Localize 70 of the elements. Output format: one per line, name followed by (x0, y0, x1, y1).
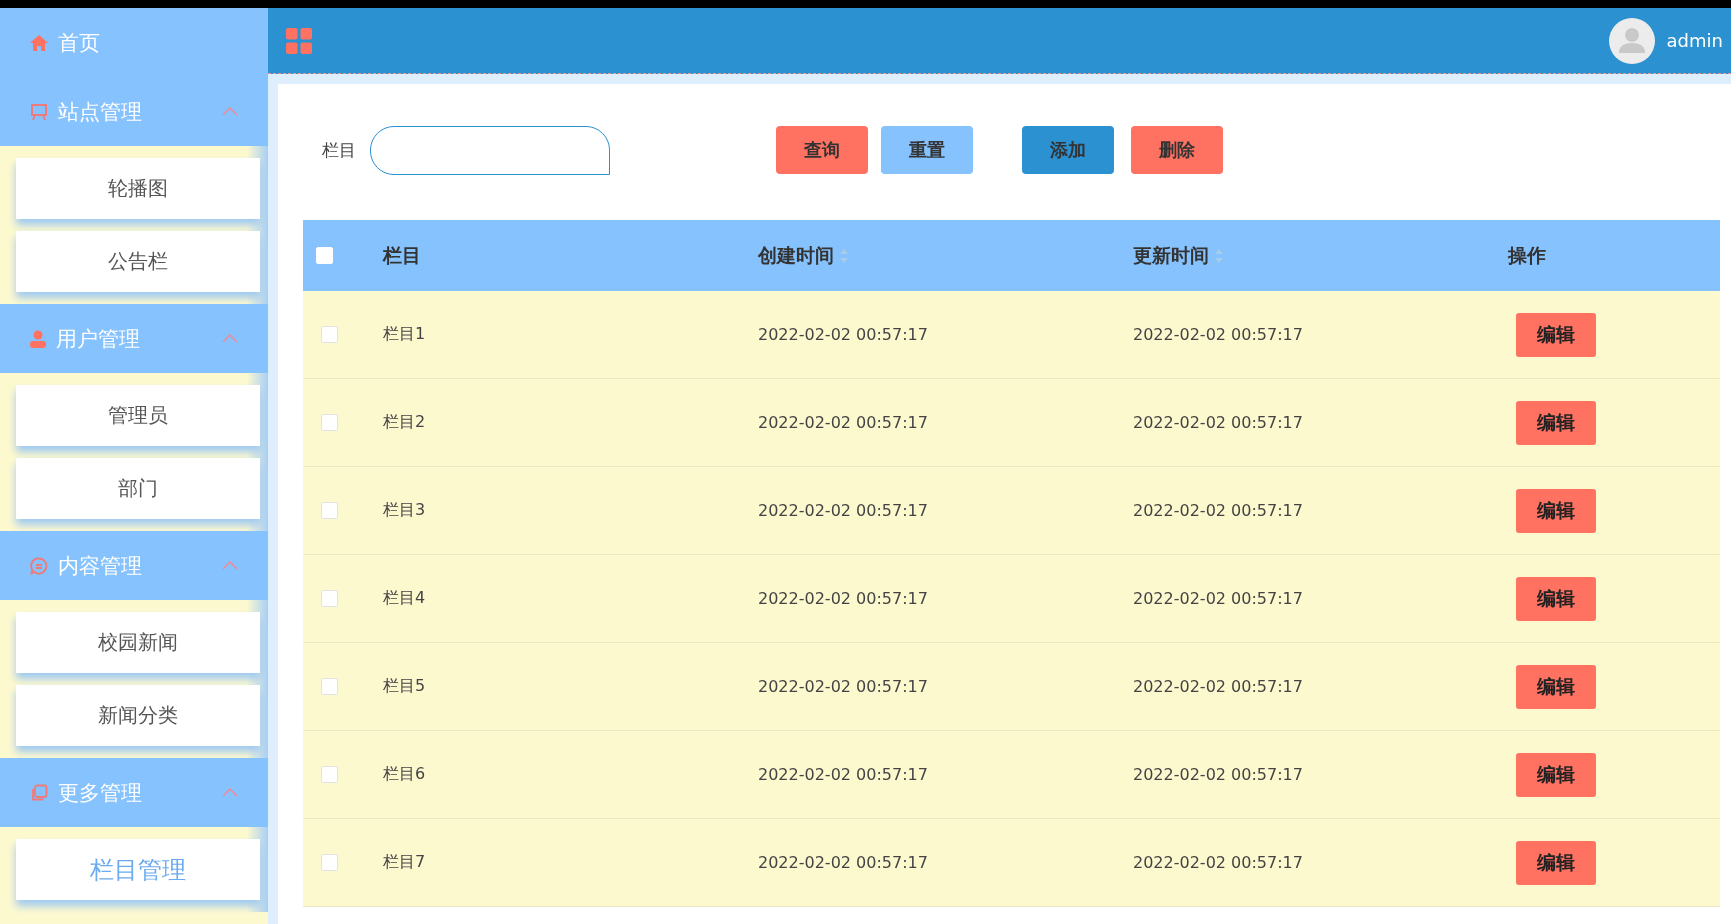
submenu-item[interactable]: 管理员 (16, 385, 260, 446)
table-cell: 2022-02-02 00:57:17 (1133, 853, 1303, 872)
table-cell: 2022-02-02 00:57:17 (1133, 765, 1303, 784)
edit-button[interactable]: 编辑 (1516, 664, 1596, 709)
grid-icon[interactable] (286, 27, 312, 54)
table-cell: 栏目3 (383, 500, 426, 519)
table-cell: 2022-02-02 00:57:17 (1133, 589, 1303, 608)
home-icon (30, 34, 48, 51)
checkbox[interactable] (321, 502, 338, 519)
chevron-icon[interactable] (222, 561, 238, 570)
checkbox[interactable] (321, 590, 338, 607)
sidebar-label: 站点管理 (58, 98, 143, 126)
delete-button[interactable]: 删除 (1131, 126, 1223, 174)
edit-button[interactable]: 编辑 (1516, 840, 1596, 885)
table-cell: 2022-02-02 00:57:17 (1133, 325, 1303, 344)
submenu-item[interactable]: 公告栏 (16, 231, 260, 292)
sidebar-label: 用户管理 (56, 325, 141, 353)
table-cell: 栏目1 (383, 324, 426, 343)
submenu-item[interactable]: 部门 (16, 458, 260, 519)
table-cell: 2022-02-02 00:57:17 (1133, 413, 1303, 432)
table-cell: 2022-02-02 00:57:17 (758, 589, 928, 608)
sidebar-label: 内容管理 (58, 552, 143, 580)
user-name: admin (1666, 30, 1723, 51)
column-header: 栏目 (383, 242, 422, 268)
edit-button[interactable]: 编辑 (1516, 488, 1596, 533)
chevron-icon[interactable] (222, 107, 238, 116)
field-label: 栏目 (322, 138, 356, 162)
submenu-item[interactable]: 校园新闻 (16, 612, 260, 673)
checkbox[interactable] (321, 854, 338, 871)
table-cell: 2022-02-02 00:57:17 (758, 325, 928, 344)
edit-button[interactable]: 编辑 (1516, 400, 1596, 445)
column-header: 更新时间 (1133, 242, 1480, 269)
chevron-icon[interactable] (222, 788, 238, 797)
table-cell: 栏目6 (383, 764, 426, 783)
chat-icon (30, 556, 48, 575)
checkbox[interactable] (321, 326, 338, 343)
sidebar-label: 更多管理 (58, 779, 143, 807)
sidebar-label: 首页 (58, 29, 101, 57)
table-cell: 栏目7 (383, 852, 426, 871)
table-cell: 栏目4 (383, 588, 426, 607)
copy-icon (30, 783, 48, 802)
edit-button[interactable]: 编辑 (1516, 312, 1596, 357)
chevron-icon[interactable] (222, 334, 238, 343)
checkbox[interactable] (321, 414, 338, 431)
table-cell: 2022-02-02 00:57:17 (758, 501, 928, 520)
table-cell: 栏目5 (383, 676, 426, 695)
edit-button[interactable]: 编辑 (1516, 576, 1596, 621)
table-cell: 2022-02-02 00:57:17 (758, 677, 928, 696)
avatar-icon[interactable] (1608, 17, 1655, 64)
submenu-item[interactable]: 新闻分类 (16, 685, 260, 746)
table-cell: 2022-02-02 00:57:17 (758, 765, 928, 784)
sort-icon[interactable] (840, 248, 848, 263)
person-icon (30, 329, 46, 348)
reset-button[interactable]: 重置 (881, 126, 973, 174)
table-cell: 2022-02-02 00:57:17 (758, 853, 928, 872)
sort-icon[interactable] (1215, 248, 1223, 263)
column-header: 创建时间 (758, 242, 1120, 269)
edit-button[interactable]: 编辑 (1516, 752, 1596, 797)
table-cell: 2022-02-02 00:57:17 (1133, 677, 1303, 696)
submenu-item[interactable]: 轮播图 (16, 158, 260, 219)
table-cell: 2022-02-02 00:57:17 (758, 413, 928, 432)
table-cell: 2022-02-02 00:57:17 (1133, 501, 1303, 520)
table-cell: 栏目2 (383, 412, 426, 431)
checkbox[interactable] (321, 678, 338, 695)
search-field[interactable] (370, 125, 610, 175)
search-button[interactable]: 查询 (776, 126, 868, 174)
column-header: 操作 (1508, 242, 1547, 268)
checkbox[interactable] (321, 766, 338, 783)
easel-icon (30, 102, 48, 121)
add-button[interactable]: 添加 (1022, 126, 1114, 174)
